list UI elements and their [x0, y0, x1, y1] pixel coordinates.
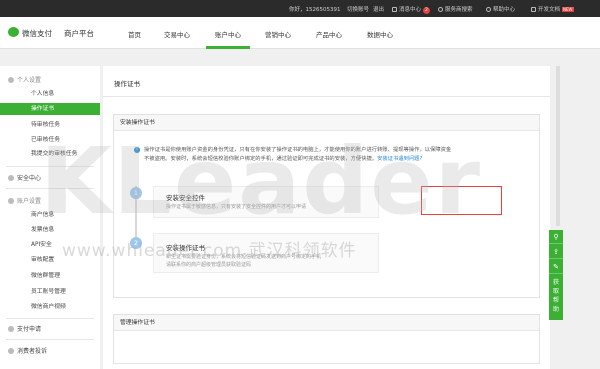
logout-link[interactable]: 退出: [373, 5, 384, 13]
new-badge: NEW: [562, 7, 574, 12]
nav-account-center[interactable]: 账户中心: [215, 29, 241, 39]
sidebar-group-security[interactable]: 安全中心: [8, 173, 41, 182]
service-search-link[interactable]: 服务商搜索: [438, 5, 473, 13]
sidebar-item-api-security[interactable]: API安全: [0, 239, 100, 251]
nav-data-center[interactable]: 数据中心: [367, 29, 393, 39]
cert-help-link[interactable]: 安装证书遇到问题?: [377, 156, 422, 162]
sidebar-item-operation-cert[interactable]: 操作证书: [0, 103, 100, 115]
scrollbar[interactable]: [556, 66, 560, 226]
step-2-number: 2: [130, 237, 142, 249]
sidebar-item-my-submitted[interactable]: 我提交的审核任务: [0, 148, 100, 160]
share-icon[interactable]: ⇪: [549, 245, 563, 259]
shield-icon: [8, 175, 14, 181]
page-title: 操作证书: [114, 80, 140, 88]
notice-line-2: 不被盗用。安装时，系统会短信校验你账户绑定的手机，通过验证即可完成证书的安装，方…: [144, 156, 423, 162]
mail-icon: [392, 7, 397, 12]
sidebar-item-invoice-info[interactable]: 发票信息: [0, 224, 100, 236]
manage-cert-panel: 管理操作证书: [113, 314, 540, 364]
user-icon: [8, 77, 14, 83]
switch-account-link[interactable]: 切换账号: [347, 5, 369, 13]
document-icon: [531, 7, 536, 12]
search-icon: [438, 7, 443, 12]
messages-count-badge: 2: [423, 7, 430, 14]
top-bar: 你好，1526505391 切换账号 退出 消息中心 2 服务商搜索 帮助中心 开…: [0, 0, 600, 17]
sidebar-item-personal-info[interactable]: 个人信息: [0, 88, 100, 100]
sidebar-group-complaints[interactable]: 消费者投诉: [8, 346, 47, 355]
nav-marketing-center[interactable]: 营销中心: [265, 29, 291, 39]
sidebar-group-account-settings[interactable]: 账户设置: [8, 196, 41, 205]
floating-toolbar: ⚲ ⇪ ✎ 获取帮助: [549, 230, 563, 320]
title-divider: [103, 96, 550, 97]
platform-name: 商户平台: [64, 29, 94, 38]
step-1-number: 1: [130, 187, 142, 199]
complaint-icon: [8, 348, 14, 354]
nav-home[interactable]: 首页: [128, 29, 141, 39]
step-2-desc-2: 请联系你的商户超级管理员获取验证码: [166, 262, 252, 268]
help-center-link[interactable]: 帮助中心: [486, 5, 515, 13]
notice-line-1: 操作证书是你使用账户资金的身份凭证，只有在你安装了操作证书的电脑上，才能使用你的…: [144, 147, 452, 153]
nav-trade-center[interactable]: 交易中心: [164, 29, 190, 39]
install-control-highlight[interactable]: [421, 186, 502, 215]
sidebar-item-pending-review[interactable]: 待审核任务: [0, 119, 100, 131]
logo-text: 微信支付: [22, 29, 52, 38]
link-icon[interactable]: ⚲: [549, 230, 563, 244]
sidebar-divider: [6, 318, 94, 319]
install-cert-panel-title: 安装操作证书: [114, 115, 539, 131]
sidebar-divider: [6, 188, 94, 189]
sidebar-group-payment-apply[interactable]: 支付申请: [8, 324, 41, 333]
step-1-title: 安装安全控件: [166, 194, 205, 202]
step-2-title: 安装操作证书: [166, 244, 205, 252]
help-icon: [486, 7, 491, 12]
greeting-text: 你好，1526505391: [289, 7, 341, 13]
dev-docs-link[interactable]: 开发文档 NEW: [531, 5, 574, 13]
sidebar-divider: [6, 166, 94, 167]
step-1-desc: 操作证书属于敏感信息，只有安装了安全控件的用户才可以申请: [166, 204, 307, 210]
manage-cert-panel-title: 管理操作证书: [114, 315, 539, 331]
step-2-desc: 新生证书需要验证身份，系统会将短信验证码发送到商户号绑定的手机: [166, 254, 322, 260]
sidebar-item-wechat-group[interactable]: 微信群管理: [0, 270, 100, 282]
sidebar-item-merchant-video[interactable]: 微信商户视频: [0, 301, 100, 313]
sidebar-item-merchant-info[interactable]: 商户信息: [0, 209, 100, 221]
settings-icon: [8, 198, 14, 204]
wechat-pay-logo-icon: [8, 27, 19, 37]
sidebar-group-personal[interactable]: 个人设置: [8, 75, 41, 84]
main-header: 微信支付 商户平台 首页 交易中心 账户中心 营销中心 产品中心 数据中心: [0, 17, 600, 49]
payment-icon: [8, 326, 14, 332]
sidebar-item-staff-accounts[interactable]: 员工账号管理: [0, 286, 100, 298]
messages-link[interactable]: 消息中心 2: [392, 5, 430, 14]
step-1-box: [153, 186, 379, 218]
sidebar-item-reviewed[interactable]: 已审核任务: [0, 134, 100, 146]
sidebar-divider: [6, 339, 94, 340]
edit-icon[interactable]: ✎: [549, 260, 563, 274]
info-icon: i: [134, 147, 140, 153]
nav-product-center[interactable]: 产品中心: [316, 29, 342, 39]
get-help-button[interactable]: 获取帮助: [549, 278, 563, 314]
sidebar-item-review-config[interactable]: 审核配置: [0, 254, 100, 266]
active-nav-indicator: [206, 46, 250, 49]
sidebar: 个人设置 个人信息 操作证书 待审核任务 已审核任务 我提交的审核任务 安全中心…: [0, 66, 100, 369]
